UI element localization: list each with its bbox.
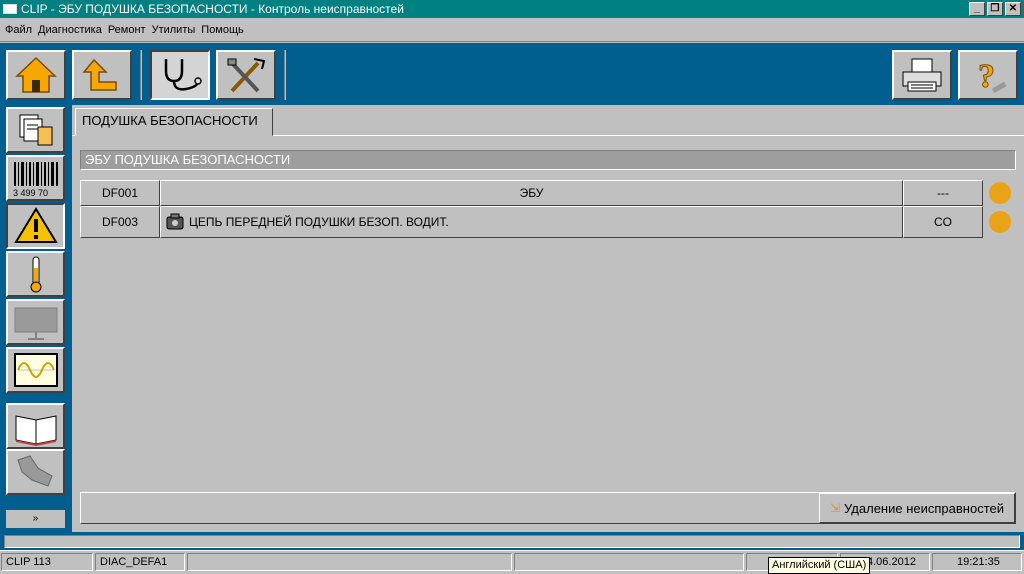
back-button[interactable]: [72, 50, 132, 100]
menu-file[interactable]: Файл: [5, 24, 32, 36]
window-title: CLIP - ЭБУ ПОДУШКА БЕЗОПАСНОСТИ - Контро…: [21, 2, 404, 16]
thermometer-icon: [30, 256, 41, 293]
section-title: ЭБУ ПОДУШКА БЕЗОПАСНОСТИ: [80, 150, 1016, 170]
message-field: [4, 535, 1020, 548]
status-bar: CLIP 113 DIAC_DEFA1 4.06.2012 19:21:35: [0, 550, 1024, 574]
clear-faults-label: Удаление неисправностей: [844, 500, 1004, 516]
clear-faults-button[interactable]: ⇲ Удаление неисправностей: [819, 493, 1015, 523]
menu-repair[interactable]: Ремонт: [108, 24, 146, 36]
print-button[interactable]: [892, 50, 952, 100]
toolbar-separator: [284, 50, 286, 100]
display-icon: [14, 307, 57, 340]
menu-bar: Файл Диагностика Ремонт Утилиты Помощь: [0, 18, 1024, 42]
fault-code: DF001: [80, 180, 160, 206]
message-bar: [0, 532, 1024, 550]
menu-utilities[interactable]: Утилиты: [152, 24, 196, 36]
tools-icon: [227, 58, 266, 93]
status-file: DIAC_DEFA1: [95, 553, 185, 571]
close-button[interactable]: ✕: [1005, 2, 1021, 16]
connector-icon: [166, 213, 184, 230]
wave-icon: [13, 353, 58, 387]
book-icon: [15, 415, 56, 446]
title-bar: CLIP - ЭБУ ПОДУШКА БЕЗОПАСНОСТИ - Контро…: [0, 0, 1024, 18]
status-indicator: [989, 211, 1011, 233]
documents-icon: [19, 114, 52, 146]
fault-state: ---: [903, 180, 983, 206]
home-button[interactable]: [6, 50, 66, 100]
status-indicator: [989, 182, 1011, 204]
main-panel: ПОДУШКА БЕЗОПАСНОСТИ ЭБУ ПОДУШКА БЕЗОПАС…: [72, 105, 1024, 532]
fault-row[interactable]: DF001 ЭБУ ---: [80, 180, 1011, 206]
fault-description: ЦЕПЬ ПЕРЕДНЕЙ ПОДУШКИ БЕЗОП. ВОДИТ.: [189, 215, 449, 229]
home-icon: [15, 56, 57, 93]
fault-description: ЭБУ: [160, 180, 903, 206]
states-button[interactable]: [6, 299, 65, 345]
barcode-button[interactable]: 3 499 70: [6, 155, 65, 201]
help-icon: ?: [978, 58, 1007, 95]
oscilloscope-button[interactable]: [6, 347, 65, 393]
fault-row[interactable]: DF003 ЦЕПЬ ПЕРЕДНЕЙ ПОДУШКИ БЕЗОП. ВОДИТ…: [80, 206, 1011, 238]
barcode-label: 3 499 70: [13, 188, 48, 198]
fault-state: CO: [903, 206, 983, 238]
stethoscope-icon: [164, 59, 202, 91]
fault-code: DF003: [80, 206, 160, 238]
barcode-icon: 3 499 70: [13, 162, 58, 198]
faults-button[interactable]: [6, 203, 65, 249]
toolbar-separator: [140, 50, 142, 100]
action-bar: ⇲ Удаление неисправностей: [80, 492, 1016, 524]
main-toolbar: ?: [0, 43, 1024, 105]
tab-airbag[interactable]: ПОДУШКА БЕЗОПАСНОСТИ: [75, 108, 273, 136]
side-toolbar: 3 499 70 »: [0, 105, 72, 532]
menu-diagnostics[interactable]: Диагностика: [38, 24, 102, 36]
minimize-button[interactable]: _: [969, 2, 985, 16]
window-controls: _ ❐ ✕: [969, 2, 1021, 16]
menu-help[interactable]: Помощь: [201, 24, 244, 36]
maximize-button[interactable]: ❐: [987, 2, 1003, 16]
manual-button[interactable]: [6, 403, 65, 449]
status-time: 19:21:35: [932, 553, 1022, 571]
printer-icon: [902, 58, 942, 92]
repair-button[interactable]: [216, 50, 276, 100]
documents-button[interactable]: [6, 107, 65, 153]
commands-button[interactable]: [6, 449, 65, 495]
status-empty-2: [514, 553, 744, 571]
app-icon: [3, 4, 17, 14]
status-version: CLIP 113: [1, 553, 93, 571]
language-tooltip: Английский (США): [768, 557, 871, 574]
actuator-icon: [16, 455, 53, 487]
clear-icon: ⇲: [829, 501, 841, 515]
arrow-up-icon: [82, 58, 117, 91]
sidebar-scroll-down[interactable]: »: [6, 510, 65, 528]
help-button[interactable]: ?: [958, 50, 1018, 100]
status-empty-1: [187, 553, 512, 571]
parameters-button[interactable]: [6, 251, 65, 297]
diagnostic-button[interactable]: [150, 50, 210, 100]
warning-icon: [13, 207, 58, 243]
fault-description-cell: ЦЕПЬ ПЕРЕДНЕЙ ПОДУШКИ БЕЗОП. ВОДИТ.: [160, 206, 903, 238]
